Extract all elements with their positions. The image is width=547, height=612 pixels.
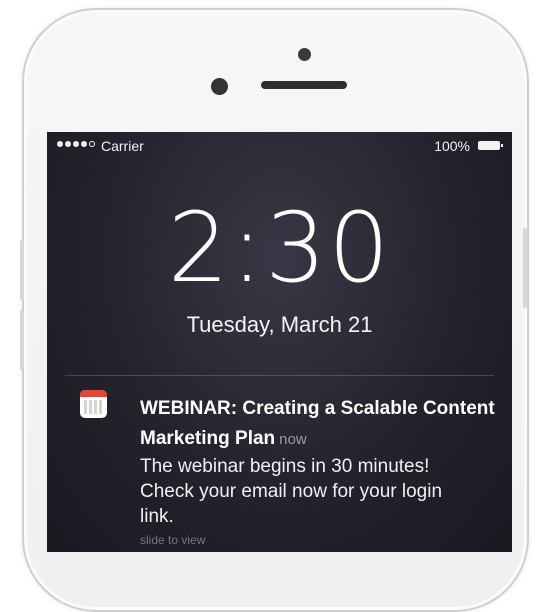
lock-screen[interactable]: Carrier 100% 2:30 Tuesday, March 21 WEBI… <box>47 132 512 552</box>
notification-body[interactable]: The webinar begins in 30 minutes! Check … <box>140 454 460 529</box>
power-button <box>523 228 527 308</box>
battery-percentage: 100% <box>434 138 470 154</box>
calendar-icon <box>80 390 107 418</box>
battery-icon <box>478 141 503 150</box>
volume-button <box>20 310 24 370</box>
slide-to-view-hint[interactable]: slide to view <box>140 533 205 547</box>
proximity-sensor <box>211 78 228 95</box>
volume-button <box>20 240 24 300</box>
notification-title[interactable]: WEBINAR: Creating a Scalable Content Mar… <box>140 394 500 455</box>
divider <box>65 375 494 376</box>
notification-time: now <box>279 431 307 448</box>
lock-screen-date: Tuesday, March 21 <box>186 312 373 337</box>
earpiece-speaker <box>261 81 347 89</box>
signal-strength-icon <box>57 141 95 147</box>
lock-screen-clock: 2:30 <box>167 192 392 304</box>
notification-title-text: WEBINAR: Creating a Scalable Content Mar… <box>140 398 495 449</box>
carrier-name: Carrier <box>101 138 144 154</box>
front-camera <box>298 48 311 61</box>
status-bar: Carrier 100% <box>47 132 512 154</box>
